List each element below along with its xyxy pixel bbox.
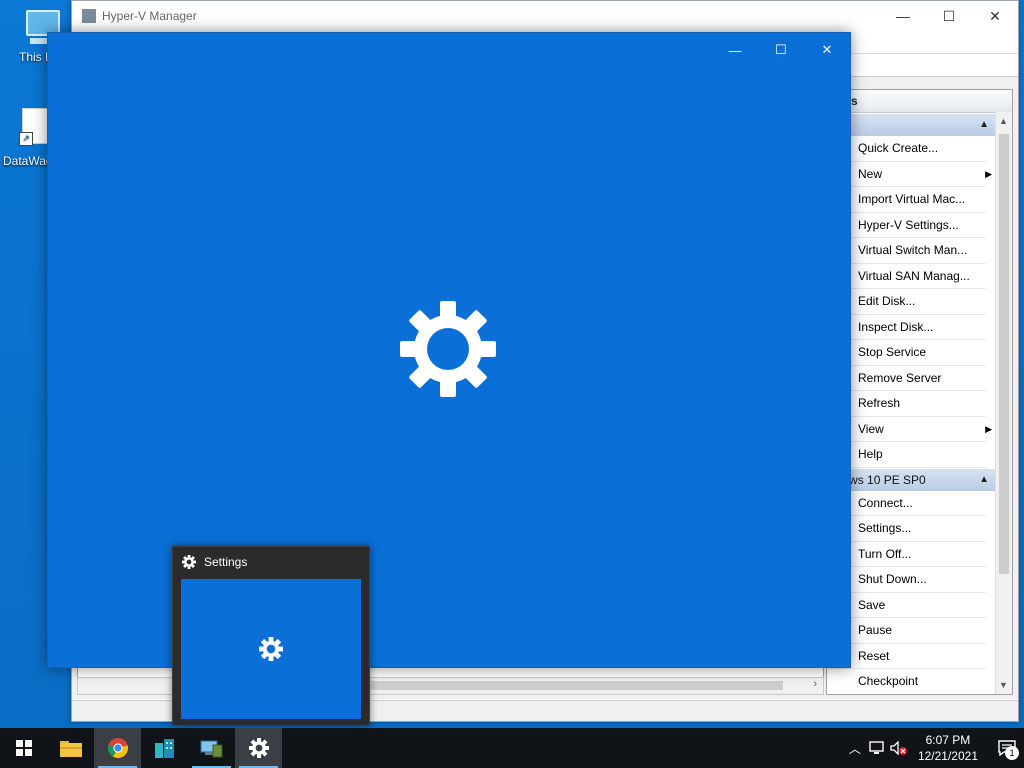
action-item-label: Virtual Switch Man... <box>858 243 968 257</box>
hyperv-app-icon <box>82 9 96 23</box>
windows-logo-icon <box>15 740 32 756</box>
action-item-label: Connect... <box>858 495 913 510</box>
window-title: Hyper-V Manager <box>102 9 197 23</box>
action-item-label: Refresh <box>858 396 901 410</box>
action-item-label: Save <box>858 597 886 612</box>
action-item-label: Edit Disk... <box>858 294 916 308</box>
taskbar: ︿ 6:07 PM 12/21/2021 1 <box>0 728 1024 768</box>
maximize-button[interactable]: ☐ <box>926 1 972 31</box>
action-item-label: Stop Service <box>858 345 927 359</box>
vm-section-header[interactable]: ndows 10 PE SP0 ▲ <box>827 468 995 491</box>
taskbar-thumbnail-preview[interactable]: Settings <box>172 546 370 726</box>
minimize-button[interactable]: — <box>712 33 758 67</box>
gear-icon <box>259 637 283 661</box>
action-item-label: Settings... <box>858 521 912 535</box>
collapse-icon[interactable]: ▲ <box>979 469 989 491</box>
preview-title: Settings <box>204 555 248 569</box>
start-button[interactable] <box>0 728 47 768</box>
action-item[interactable]: Revert... <box>827 695 986 696</box>
hyperv-icon <box>200 740 222 758</box>
scroll-thumb[interactable] <box>368 681 783 690</box>
buildings-icon <box>154 739 174 758</box>
action-item-label: New <box>858 166 883 181</box>
action-item-label: View <box>858 421 884 436</box>
close-button[interactable]: ✕ <box>972 1 1018 31</box>
close-button[interactable]: ✕ <box>804 33 850 67</box>
taskbar-hyperv-manager[interactable] <box>188 728 235 768</box>
submenu-arrow-icon: ▶ <box>985 168 992 179</box>
scroll-right-icon[interactable]: › <box>813 678 817 690</box>
clock-time: 6:07 PM <box>925 733 971 747</box>
gear-icon <box>400 301 496 397</box>
action-item-label: Turn Off... <box>858 546 912 561</box>
action-item-label: Import Virtual Mac... <box>858 192 966 206</box>
taskbar-chrome[interactable] <box>94 728 141 768</box>
scroll-up-icon[interactable]: ▲ <box>999 116 1008 126</box>
hyperv-title-bar[interactable]: Hyper-V Manager <box>72 1 1018 31</box>
scroll-thumb[interactable] <box>999 134 1009 574</box>
gear-icon <box>248 738 269 758</box>
action-item-label: Shut Down... <box>858 572 927 586</box>
clock-date: 12/21/2021 <box>917 749 978 763</box>
network-icon[interactable] <box>866 741 888 755</box>
scroll-down-icon[interactable]: ▼ <box>999 680 1008 690</box>
minimize-button[interactable]: — <box>880 1 926 31</box>
volume-muted-icon[interactable] <box>888 741 910 755</box>
taskbar-file-explorer[interactable] <box>47 728 94 768</box>
action-item[interactable]: Checkpoint <box>827 669 986 694</box>
actions-scrollbar[interactable]: ▲ ▼ <box>995 112 1012 694</box>
action-item-label: Inspect Disk... <box>858 319 934 334</box>
gear-icon <box>182 555 196 569</box>
clock[interactable]: 6:07 PM 12/21/2021 <box>910 732 990 764</box>
action-item-label: Reset <box>858 648 890 663</box>
action-item-label: Remove Server <box>858 370 942 385</box>
server-section-header[interactable]: 15 ▲ <box>827 114 995 136</box>
submenu-arrow-icon: ▶ <box>985 423 992 434</box>
actions-pane: tions 15 ▲ Quick Create... New ▶ Import Vir… <box>826 89 1013 695</box>
action-item-label: Checkpoint <box>858 674 919 688</box>
preview-image[interactable] <box>181 579 361 719</box>
settings-window[interactable]: — ☐ ✕ <box>47 32 851 668</box>
action-item-label: Quick Create... <box>858 141 939 155</box>
actions-header: tions <box>827 90 1012 113</box>
maximize-button[interactable]: ☐ <box>758 33 804 67</box>
show-hidden-icons-chevron-icon[interactable]: ︿ <box>844 740 866 757</box>
folder-icon <box>59 741 82 757</box>
action-item-label: Virtual SAN Manag... <box>858 268 970 283</box>
taskbar-settings[interactable] <box>235 728 282 768</box>
taskbar-datawag[interactable] <box>141 728 188 768</box>
action-center-button[interactable]: 1 <box>990 728 1024 768</box>
shortcut-file-icon: ↗ <box>19 108 48 146</box>
system-tray: ︿ 6:07 PM 12/21/2021 1 <box>844 728 1024 768</box>
collapse-icon[interactable]: ▲ <box>979 114 989 136</box>
notification-count-badge: 1 <box>1005 746 1019 760</box>
action-item-label: Hyper-V Settings... <box>858 217 959 232</box>
action-item-label: Help <box>858 447 883 461</box>
chrome-icon <box>107 738 128 759</box>
action-item-label: Pause <box>858 623 893 637</box>
